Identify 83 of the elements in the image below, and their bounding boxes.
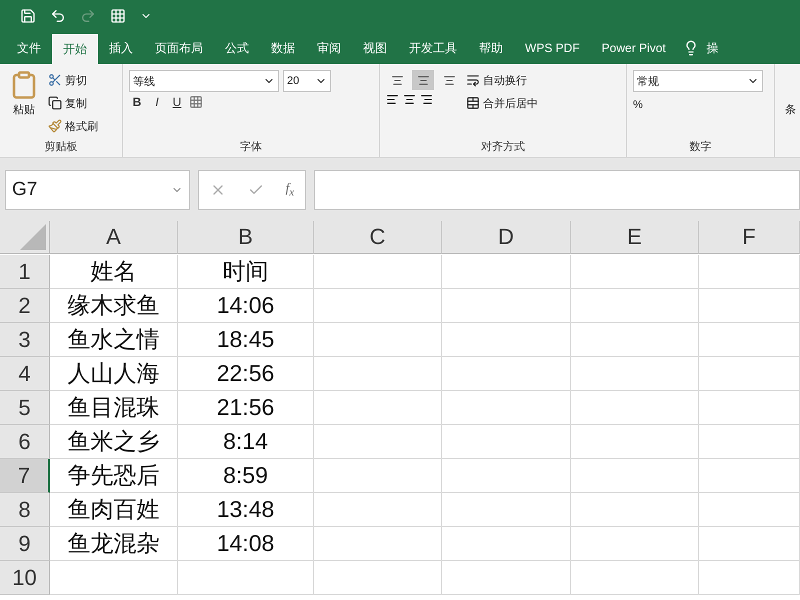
ribbon-tab[interactable]: 视图 bbox=[352, 32, 398, 64]
wrap-text-icon bbox=[466, 73, 480, 87]
group-label: 字体 bbox=[239, 140, 263, 155]
name-box[interactable]: G7 bbox=[5, 170, 190, 210]
table-cell: 13:48 bbox=[178, 493, 314, 527]
ribbon-tab[interactable]: 开始 bbox=[52, 34, 98, 64]
cut-button[interactable]: 剪切 bbox=[48, 70, 98, 90]
undo-icon[interactable] bbox=[50, 8, 66, 24]
italic-button[interactable]: I bbox=[149, 95, 165, 109]
align-icon bbox=[390, 74, 404, 86]
scissors-icon bbox=[48, 73, 62, 87]
group-label: 对齐方式 bbox=[480, 140, 526, 155]
column-header[interactable]: D bbox=[442, 221, 571, 254]
number-format-dropdown[interactable]: 常规 bbox=[633, 70, 763, 92]
row-header[interactable]: 5 bbox=[0, 391, 50, 425]
font-size-dropdown[interactable]: 20 bbox=[283, 70, 331, 92]
align-icon bbox=[416, 74, 430, 86]
ribbon-tab[interactable]: 帮助 bbox=[468, 32, 514, 64]
row-header[interactable]: 9 bbox=[0, 527, 50, 561]
conditional-format-button[interactable]: 条 bbox=[775, 64, 796, 157]
align-icon bbox=[442, 74, 456, 86]
font-name-dropdown[interactable]: 等线 bbox=[129, 70, 279, 92]
row-header[interactable]: 1 bbox=[0, 255, 50, 289]
table-cell: 21:56 bbox=[178, 391, 314, 425]
table-cell: 鱼肉百姓 bbox=[50, 493, 178, 527]
ribbon-tab[interactable]: 公式 bbox=[214, 32, 260, 64]
table-cell: 缘木求鱼 bbox=[50, 289, 178, 323]
column-header[interactable]: B bbox=[178, 221, 314, 254]
table-cell: 鱼米之乡 bbox=[50, 425, 178, 459]
row-header[interactable]: 4 bbox=[0, 357, 50, 391]
insert-function-button[interactable]: f$_{x}$ bbox=[286, 180, 294, 199]
table-cell: 14:06 bbox=[178, 289, 314, 323]
ribbon-tab[interactable]: 数据 bbox=[260, 32, 306, 64]
align-left-icon[interactable] bbox=[386, 93, 399, 106]
ribbon-tab[interactable]: 页面布局 bbox=[144, 32, 214, 64]
table-cell: 鱼目混珠 bbox=[50, 391, 178, 425]
ribbon-tab[interactable]: 审阅 bbox=[306, 32, 352, 64]
table-cell: 14:08 bbox=[178, 527, 314, 561]
bold-button[interactable]: B bbox=[129, 95, 145, 109]
table-cell: 姓名 bbox=[50, 255, 178, 289]
table-cell: 人山人海 bbox=[50, 357, 178, 391]
group-label: 剪贴板 bbox=[44, 140, 78, 155]
copy-button[interactable]: 复制 bbox=[48, 93, 98, 113]
column-header[interactable]: C bbox=[314, 221, 442, 254]
table-cell: 鱼水之情 bbox=[50, 323, 178, 357]
column-header[interactable]: A bbox=[50, 221, 178, 254]
align-right-icon[interactable] bbox=[420, 93, 433, 106]
save-icon[interactable] bbox=[20, 8, 36, 24]
table-cell: 争先恐后 bbox=[50, 459, 178, 493]
table-cell: 8:14 bbox=[178, 425, 314, 459]
column-header[interactable]: F bbox=[699, 221, 800, 254]
vertical-align-button[interactable] bbox=[412, 70, 434, 90]
align-center-icon[interactable] bbox=[403, 93, 416, 106]
merge-center-button[interactable]: 合并后居中 bbox=[466, 93, 538, 113]
row-header[interactable]: 3 bbox=[0, 323, 50, 357]
table-cell: 鱼龙混杂 bbox=[50, 527, 178, 561]
row-header[interactable]: 2 bbox=[0, 289, 50, 323]
column-header[interactable]: E bbox=[571, 221, 699, 254]
format-painter-button[interactable]: 格式刷 bbox=[48, 116, 98, 136]
tell-me-label[interactable]: 操 bbox=[706, 40, 719, 56]
ribbon-tab[interactable]: 插入 bbox=[98, 32, 144, 64]
ribbon-tab[interactable]: WPS PDF bbox=[514, 32, 591, 64]
row-header[interactable]: 8 bbox=[0, 493, 50, 527]
table-cell: 22:56 bbox=[178, 357, 314, 391]
table-cell: 8:59 bbox=[178, 459, 314, 493]
ribbon-tab[interactable]: 文件 bbox=[6, 32, 52, 64]
ribbon-tab[interactable]: Power Pivot bbox=[590, 32, 677, 64]
wrap-text-button[interactable]: 自动换行 bbox=[466, 70, 538, 90]
table-cell: 时间 bbox=[178, 255, 314, 289]
merge-cells-icon bbox=[466, 96, 480, 110]
table-cell: 18:45 bbox=[178, 323, 314, 357]
copy-icon bbox=[48, 96, 62, 110]
ribbon-tab[interactable]: 开发工具 bbox=[398, 32, 468, 64]
border-icon[interactable] bbox=[189, 95, 203, 109]
paste-button[interactable]: 粘贴 bbox=[6, 70, 42, 139]
row-header[interactable]: 10 bbox=[0, 561, 50, 595]
formula-input[interactable] bbox=[314, 170, 800, 210]
underline-button[interactable]: U bbox=[169, 95, 185, 109]
group-label: 数字 bbox=[688, 140, 712, 155]
percent-button[interactable]: % bbox=[633, 95, 643, 115]
paintbrush-icon bbox=[48, 119, 62, 133]
row-header[interactable]: 7 bbox=[0, 459, 50, 493]
row-header[interactable]: 6 bbox=[0, 425, 50, 459]
